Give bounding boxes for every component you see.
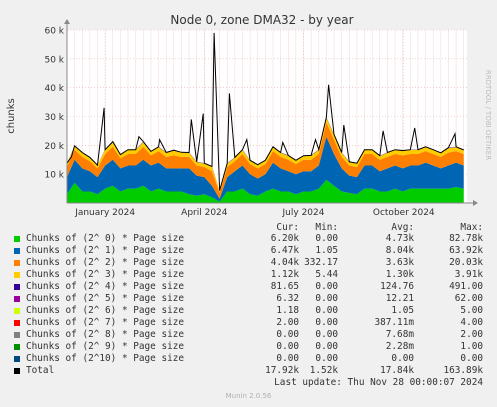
x-tick-label: April 2024 (181, 208, 228, 218)
legend-min: 0.00 (315, 329, 338, 340)
legend-row: Chunks of (2^ 7) * Page size 2.00 0.00 387.… (0, 317, 497, 329)
legend-max: 62.00 (454, 293, 483, 304)
legend-avg: 8.04k (385, 245, 414, 256)
legend-header-avg: Avg: (391, 222, 414, 233)
legend-avg: 3.63k (385, 257, 414, 268)
legend-avg: 17.84k (380, 365, 414, 376)
y-tick-label: 10 k (44, 171, 64, 181)
legend-min: 0.00 (315, 233, 338, 244)
legend-max: 5.00 (460, 305, 483, 316)
legend-swatch (14, 296, 20, 302)
legend-max: 491.00 (449, 281, 483, 292)
legend-swatch (14, 260, 20, 266)
legend-label: Chunks of (2^ 4) * Page size (26, 281, 185, 292)
rrdtool-watermark: RRDTOOL / TOBI OETIKER (484, 70, 492, 160)
legend-avg: 387.11m (374, 317, 414, 328)
legend-max: 163.89k (443, 365, 483, 376)
legend-avg: 2.28m (385, 341, 414, 352)
legend-row: Total 17.92k 1.52k 17.84k 163.89k (0, 365, 497, 377)
x-tick-label: July 2024 (282, 208, 325, 218)
legend-min: 0.00 (315, 317, 338, 328)
x-tick-label: January 2024 (74, 208, 135, 218)
x-tick-label: October 2024 (373, 208, 435, 218)
legend-swatch (14, 284, 20, 290)
legend-avg: 7.68m (385, 329, 414, 340)
munin-version: Munin 2.0.56 (225, 392, 272, 400)
legend-row: Chunks of (2^ 1) * Page size 6.47k 1.05 8.0… (0, 245, 497, 257)
x-axis-arrow (473, 200, 478, 206)
legend-avg: 12.21 (385, 293, 414, 304)
legend-header: Cur: Min: Avg: Max: (0, 222, 497, 233)
legend-max: 82.78k (449, 233, 483, 244)
legend-row: Chunks of (2^ 9) * Page size 0.00 0.00 2.28… (0, 341, 497, 353)
legend-min: 0.00 (315, 293, 338, 304)
legend-max: 1.00 (460, 341, 483, 352)
legend-label: Chunks of (2^ 3) * Page size (26, 269, 185, 280)
legend-max: 4.00 (460, 317, 483, 328)
legend-label: Chunks of (2^ 2) * Page size (26, 257, 185, 268)
legend-min: 0.00 (315, 341, 338, 352)
legend-max: 0.00 (460, 353, 483, 364)
chart-title: Node 0, zone DMA32 - by year (170, 13, 353, 27)
y-axis-arrow (64, 19, 70, 24)
legend-label: Chunks of (2^ 1) * Page size (26, 245, 185, 256)
legend-min: 0.00 (315, 305, 338, 316)
y-axis-label: chunks (6, 98, 17, 134)
legend-min: 0.00 (315, 353, 338, 364)
legend-swatch (14, 308, 20, 314)
legend-min: 0.00 (315, 281, 338, 292)
y-tick-label: 20 k (44, 142, 64, 152)
legend-row: Chunks of (2^10) * Page size 0.00 0.00 0.00… (0, 353, 497, 365)
y-tick-label: 40 k (44, 84, 64, 94)
legend-max: 20.03k (449, 257, 483, 268)
legend-label: Chunks of (2^ 5) * Page size (26, 293, 185, 304)
legend-swatch (14, 272, 20, 278)
legend-header-max: Max: (460, 222, 483, 233)
legend-row: Chunks of (2^ 6) * Page size 1.18 0.00 1.05… (0, 305, 497, 317)
legend-swatch (14, 344, 20, 350)
legend-swatch (14, 356, 20, 362)
legend-swatch (14, 248, 20, 254)
legend-min: 1.05 (315, 245, 338, 256)
legend-label: Chunks of (2^10) * Page size (26, 353, 185, 364)
legend-label: Chunks of (2^ 0) * Page size (26, 233, 185, 244)
legend-min: 5.44 (315, 269, 338, 280)
legend-swatch (14, 332, 20, 338)
legend-row: Chunks of (2^ 2) * Page size 4.04k 332.17 3… (0, 257, 497, 269)
legend-row: Chunks of (2^ 8) * Page size 0.00 0.00 7.68… (0, 329, 497, 341)
legend-swatch (14, 320, 20, 326)
legend-avg: 4.73k (385, 233, 414, 244)
y-tick-label: 30 k (44, 113, 64, 123)
chart: Node 0, zone DMA32 - by year chunks RRDT… (6, 13, 492, 218)
legend-label: Chunks of (2^ 8) * Page size (26, 329, 185, 340)
legend-row: Chunks of (2^ 0) * Page size 6.20k 0.00 4.7… (0, 233, 497, 245)
legend-min: 1.52k (309, 365, 338, 376)
legend-avg: 1.30k (385, 269, 414, 280)
legend-label: Total (26, 365, 55, 376)
legend-label: Chunks of (2^ 7) * Page size (26, 317, 185, 328)
legend-max: 63.92k (449, 245, 483, 256)
legend-label: Chunks of (2^ 9) * Page size (26, 341, 185, 352)
legend-swatch (14, 368, 20, 374)
legend-min: 332.17 (304, 257, 338, 268)
legend-avg: 0.00 (391, 353, 414, 364)
last-update: Last update: Thu Nov 28 00:00:07 2024 (274, 377, 483, 388)
legend-row: Chunks of (2^ 4) * Page size 81.65 0.00 124… (0, 281, 497, 293)
legend-header-min: Min: (315, 222, 338, 233)
y-tick-label: 50 k (44, 55, 64, 65)
legend-avg: 1.05 (391, 305, 414, 316)
legend-row: Chunks of (2^ 5) * Page size 6.32 0.00 12.2… (0, 293, 497, 305)
legend-max: 3.91k (454, 269, 483, 280)
legend-avg: 124.76 (380, 281, 414, 292)
legend-swatch (14, 236, 20, 242)
legend-row: Chunks of (2^ 3) * Page size 1.12k 5.44 1.3… (0, 269, 497, 281)
legend-max: 2.00 (460, 329, 483, 340)
y-tick-label: 60 k (44, 27, 64, 37)
legend-label: Chunks of (2^ 6) * Page size (26, 305, 185, 316)
